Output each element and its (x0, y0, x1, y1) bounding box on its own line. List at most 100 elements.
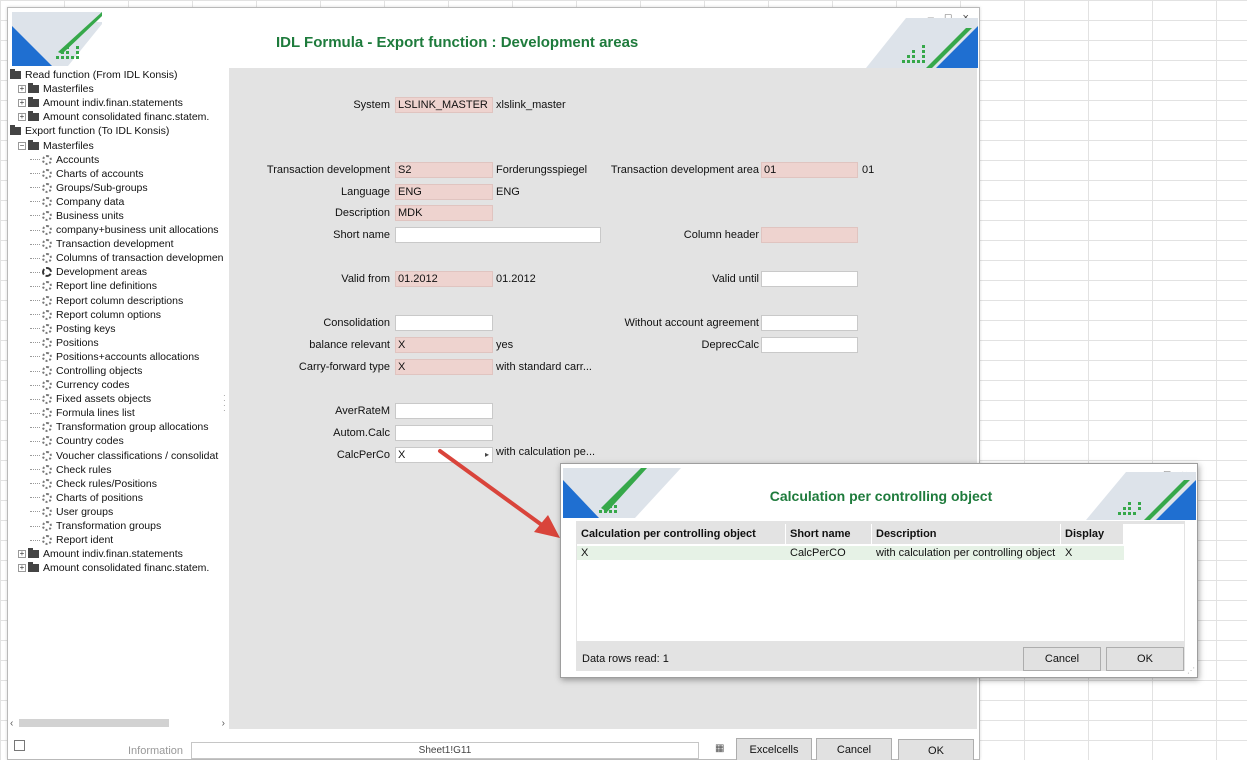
consolidation-field[interactable] (395, 315, 493, 331)
tree-item[interactable]: Transformation group allocations (8, 420, 228, 434)
tree-item[interactable]: Country codes (8, 434, 228, 448)
tree-item[interactable]: + Amount indiv.finan.statements (8, 96, 228, 110)
valid-until-field[interactable] (761, 271, 858, 287)
tree-item[interactable]: Read function (From IDL Konsis) (8, 68, 228, 82)
language-field[interactable]: ENG (395, 184, 493, 200)
dialog-ok-button[interactable]: OK (1106, 647, 1184, 671)
tree-item-label: Posting keys (56, 322, 116, 335)
tree-item[interactable]: Voucher classifications / consolidat (8, 449, 228, 463)
carry-forward-type-field[interactable]: X (395, 359, 493, 375)
tree-item[interactable]: + Amount consolidated financ.statem. (8, 110, 228, 124)
tree-item[interactable]: Report ident (8, 533, 228, 547)
tree-item[interactable]: Positions+accounts allocations (8, 350, 228, 364)
ok-button[interactable]: OK (898, 739, 974, 760)
scroll-right-icon[interactable]: › (222, 718, 225, 729)
description-field[interactable]: MDK (395, 205, 493, 221)
averratem-field[interactable] (395, 403, 493, 419)
depreccalc-field[interactable] (761, 337, 858, 353)
folder-icon (28, 111, 39, 122)
transaction-development-area-field[interactable]: 01 (761, 162, 858, 178)
column-header[interactable]: Calculation per controlling object (577, 524, 786, 544)
tree-item[interactable]: Columns of transaction developmen (8, 251, 228, 265)
splitter-handle[interactable]: · · · · (223, 392, 226, 415)
without-account-agreement-field[interactable] (761, 315, 858, 331)
table-row[interactable]: X CalcPerCO with calculation per control… (577, 546, 1124, 560)
tree-item[interactable]: Company data (8, 195, 228, 209)
short-name-field[interactable] (395, 227, 601, 243)
without-account-agreement-label: Without account agreement (624, 317, 759, 329)
balance-relevant-label: balance relevant (309, 339, 390, 351)
tree-item[interactable]: Check rules/Positions (8, 477, 228, 491)
valid-from-field[interactable]: 01.2012 (395, 271, 493, 287)
scroll-left-icon[interactable]: ‹ (10, 718, 13, 729)
tree-item[interactable]: − Masterfiles (8, 138, 228, 152)
tree-item[interactable]: Development areas (8, 265, 228, 279)
system-field[interactable]: LSLINK_MASTER (395, 97, 493, 113)
tree-item[interactable]: Formula lines list (8, 406, 228, 420)
panel-toggle-icon[interactable] (14, 740, 25, 751)
tree-item-label: Transaction development (56, 238, 174, 251)
tree-item[interactable]: Groups/Sub-groups (8, 181, 228, 195)
gear-icon (42, 394, 52, 405)
tree-item[interactable]: Controlling objects (8, 364, 228, 378)
table-cell[interactable]: X (577, 546, 786, 560)
tree-item[interactable]: Report column options (8, 308, 228, 322)
expand-icon[interactable]: + (18, 85, 26, 94)
tree-item[interactable]: Posting keys (8, 322, 228, 336)
gear-icon (42, 478, 52, 489)
dialog-cancel-button[interactable]: Cancel (1023, 647, 1101, 671)
excel-cells-icon[interactable]: ▦ (715, 742, 729, 756)
table-cell[interactable]: with calculation per controlling object (872, 546, 1061, 560)
tree-item[interactable]: Transformation groups (8, 519, 228, 533)
tree-item[interactable]: company+business unit allocations (8, 223, 228, 237)
tree-connector (30, 173, 40, 175)
tree-item[interactable]: Report line definitions (8, 279, 228, 293)
tree-item[interactable]: Export function (To IDL Konsis) (8, 124, 228, 138)
column-header-field[interactable] (761, 227, 858, 243)
gear-icon (42, 281, 52, 292)
calcperco-combobox[interactable]: X ▸ (395, 447, 493, 463)
folder-icon (28, 562, 39, 573)
tree-connector (30, 257, 40, 259)
description-label: Description (334, 207, 390, 219)
gear-icon (42, 309, 52, 320)
scrollbar-thumb[interactable] (19, 719, 170, 727)
cancel-button[interactable]: Cancel (816, 738, 892, 760)
tree-item[interactable]: Accounts (8, 153, 228, 167)
expand-icon[interactable]: + (18, 113, 26, 122)
collapse-icon[interactable]: − (18, 141, 26, 150)
expand-icon[interactable]: + (18, 550, 26, 559)
tree-item[interactable]: User groups (8, 505, 228, 519)
tree-item[interactable]: Business units (8, 209, 228, 223)
expand-icon[interactable]: + (18, 564, 26, 573)
resize-grip-icon[interactable]: ⋰ (1187, 666, 1195, 675)
tree-connector (30, 412, 40, 414)
excelcells-button[interactable]: Excelcells (736, 738, 812, 760)
dropdown-arrow-icon[interactable]: ▸ (485, 448, 489, 462)
table-cell[interactable]: CalcPerCO (786, 546, 872, 560)
tree-connector (30, 243, 40, 245)
tree-item[interactable]: Currency codes (8, 378, 228, 392)
transaction-development-field[interactable]: S2 (395, 162, 493, 178)
tree-item[interactable]: Charts of positions (8, 491, 228, 505)
tree-item[interactable]: + Masterfiles (8, 82, 228, 96)
column-header[interactable]: Description (872, 524, 1061, 544)
tree-horizontal-scrollbar[interactable]: ‹ › (10, 716, 225, 730)
tree-item[interactable]: Check rules (8, 463, 228, 477)
expand-icon[interactable]: + (18, 99, 26, 108)
tree-item[interactable]: + Amount consolidated financ.statem. (8, 561, 228, 575)
column-header[interactable]: Short name (786, 524, 872, 544)
tree-item[interactable]: + Amount indiv.finan.statements (8, 547, 228, 561)
tree-item[interactable]: Fixed assets objects (8, 392, 228, 406)
gear-icon (42, 422, 52, 433)
column-header[interactable]: Display (1061, 524, 1124, 544)
tree-item[interactable]: Charts of accounts (8, 167, 228, 181)
information-field[interactable]: Sheet1!G11 (191, 742, 699, 759)
automcalc-field[interactable] (395, 425, 493, 441)
tree-item[interactable]: Positions (8, 336, 228, 350)
tree-item[interactable]: Transaction development (8, 237, 228, 251)
balance-relevant-field[interactable]: X (395, 337, 493, 353)
transaction-development-label: Transaction development (266, 164, 390, 176)
tree-item[interactable]: Report column descriptions (8, 294, 228, 308)
table-cell[interactable]: X (1061, 546, 1124, 560)
